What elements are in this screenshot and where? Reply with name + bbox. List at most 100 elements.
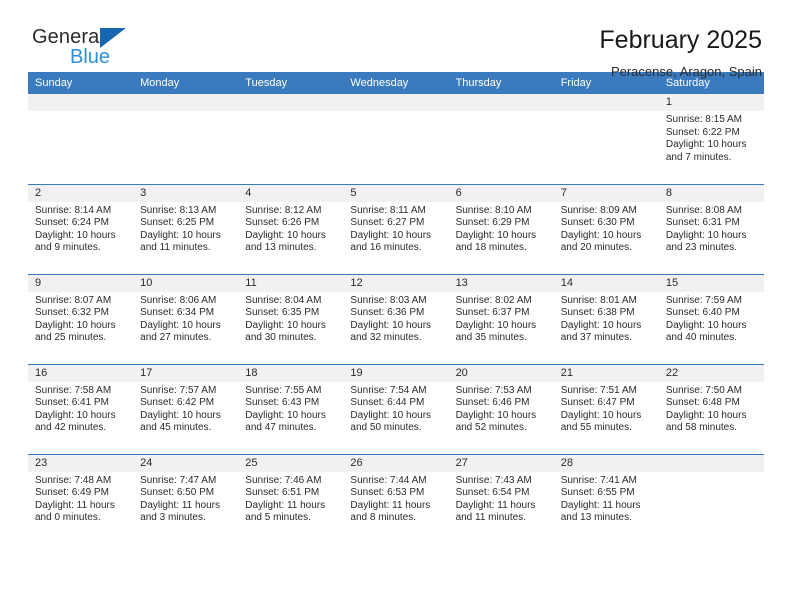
day-details: Sunrise: 7:53 AM Sunset: 6:46 PM Daylight:… [449,382,554,435]
calendar-day-cell[interactable]: 22 Sunrise: 7:50 AM Sunset: 6:48 PM Dayligh… [658,363,764,454]
daylight-text: Daylight: 10 hours and 13 minutes. [245,229,326,254]
day-number: 23 [28,454,134,472]
day-number: 1 [658,94,764,111]
sunset-text: Sunset: 6:40 PM [665,307,740,319]
sunrise-text: Sunrise: 7:43 AM [455,474,532,486]
calendar-day-cell[interactable]: 13 Sunrise: 8:02 AM Sunset: 6:37 PM Dayligh… [448,273,554,364]
day-number: 14 [553,274,659,292]
generalblue-logo[interactable]: General Blue [28,26,162,68]
sunset-text: Sunset: 6:31 PM [665,217,740,229]
day-number: 8 [658,184,764,202]
sunset-text: Sunset: 6:50 PM [140,487,215,499]
sunrise-text: Sunrise: 7:58 AM [35,384,112,396]
daylight-text: Daylight: 10 hours and 35 minutes. [455,319,537,344]
day-details: Sunrise: 8:04 AM Sunset: 6:35 PM Daylight:… [238,292,343,345]
sunset-text: Sunset: 6:36 PM [350,307,425,319]
sunset-text: Sunset: 6:53 PM [350,487,425,499]
calendar-day-cell[interactable]: 8 Sunrise: 8:08 AM Sunset: 6:31 PM Daylight… [658,183,764,274]
calendar-day-cell[interactable]: 18 Sunrise: 7:55 AM Sunset: 6:43 PM Dayligh… [238,363,344,454]
daylight-text: Daylight: 11 hours and 0 minutes. [35,499,115,524]
sunset-text: Sunset: 6:32 PM [35,307,109,319]
calendar-week-row: 1 Sunrise: 8:15 AM Sunset: 6:22 PM Daylight… [28,94,764,184]
day-number: 11 [238,274,344,292]
sunset-text: Sunset: 6:26 PM [245,217,320,229]
day-details: Sunrise: 7:48 AM Sunset: 6:49 PM Daylight:… [28,472,133,525]
daylight-text: Daylight: 10 hours and 18 minutes. [455,229,537,254]
calendar-day-cell[interactable]: 19 Sunrise: 7:54 AM Sunset: 6:44 PM Dayligh… [343,363,449,454]
daylight-text: Daylight: 10 hours and 23 minutes. [665,229,747,254]
day-number: 25 [238,454,344,472]
calendar-day-cell[interactable]: 10 Sunrise: 8:06 AM Sunset: 6:34 PM Dayligh… [133,273,239,364]
day-number: 3 [133,184,239,202]
day-details: Sunrise: 7:54 AM Sunset: 6:44 PM Daylight:… [343,382,448,435]
sunrise-text: Sunrise: 8:02 AM [455,294,532,306]
day-number: 5 [343,184,449,202]
daylight-text: Daylight: 10 hours and 37 minutes. [560,319,642,344]
daylight-text: Daylight: 10 hours and 45 minutes. [140,409,221,434]
calendar-day-cell[interactable]: 15 Sunrise: 7:59 AM Sunset: 6:40 PM Dayligh… [658,273,764,364]
calendar-day-cell[interactable]: 6 Sunrise: 8:10 AM Sunset: 6:29 PM Daylight… [448,183,554,274]
calendar-day-cell[interactable]: 16 Sunrise: 7:58 AM Sunset: 6:41 PM Dayligh… [28,363,134,454]
calendar-day-cell[interactable]: 7 Sunrise: 8:09 AM Sunset: 6:30 PM Daylight… [553,183,659,274]
calendar-day-cell[interactable]: 2 Sunrise: 8:14 AM Sunset: 6:24 PM Daylight… [28,183,134,274]
sunrise-text: Sunrise: 8:12 AM [245,204,322,216]
sunset-text: Sunset: 6:44 PM [350,397,425,409]
calendar-day-cell-empty [658,453,764,544]
calendar-day-cell[interactable]: 17 Sunrise: 7:57 AM Sunset: 6:42 PM Dayligh… [133,363,239,454]
day-details: Sunrise: 8:01 AM Sunset: 6:38 PM Daylight:… [554,292,659,345]
calendar-day-cell[interactable]: 9 Sunrise: 8:07 AM Sunset: 6:32 PM Daylight… [28,273,134,364]
day-details: Sunrise: 7:51 AM Sunset: 6:47 PM Daylight:… [554,382,659,435]
sunset-text: Sunset: 6:46 PM [455,397,530,409]
calendar-day-cell[interactable]: 1 Sunrise: 8:15 AM Sunset: 6:22 PM Daylight… [658,94,764,184]
day-details: Sunrise: 8:10 AM Sunset: 6:29 PM Daylight:… [449,202,554,255]
sunrise-text: Sunrise: 7:50 AM [665,384,742,396]
calendar-body: 1 Sunrise: 8:15 AM Sunset: 6:22 PM Daylight… [28,94,764,544]
title-block: February 2025 Peracense, Aragon, Spain [599,26,764,81]
calendar-day-cell[interactable]: 28 Sunrise: 7:41 AM Sunset: 6:55 PM Dayligh… [553,453,659,544]
calendar-day-cell[interactable]: 27 Sunrise: 7:43 AM Sunset: 6:54 PM Dayligh… [448,453,554,544]
calendar-day-cell[interactable]: 23 Sunrise: 7:48 AM Sunset: 6:49 PM Dayligh… [28,453,134,544]
calendar-day-cell[interactable]: 5 Sunrise: 8:11 AM Sunset: 6:27 PM Daylight… [343,183,449,274]
sunrise-text: Sunrise: 8:15 AM [665,114,742,125]
day-number [28,94,134,111]
sunset-text: Sunset: 6:27 PM [350,217,425,229]
day-details: Sunrise: 8:12 AM Sunset: 6:26 PM Daylight:… [238,202,343,255]
sunset-text: Sunset: 6:22 PM [665,126,740,138]
calendar-day-cell[interactable]: 14 Sunrise: 8:01 AM Sunset: 6:38 PM Dayligh… [553,273,659,364]
daylight-text: Daylight: 11 hours and 3 minutes. [140,499,220,524]
daylight-text: Daylight: 11 hours and 8 minutes. [350,499,431,524]
calendar-day-cell-empty [343,94,449,184]
calendar-day-cell[interactable]: 25 Sunrise: 7:46 AM Sunset: 6:51 PM Dayligh… [238,453,344,544]
calendar-day-cell[interactable]: 12 Sunrise: 8:03 AM Sunset: 6:36 PM Dayligh… [343,273,449,364]
sunset-text: Sunset: 6:51 PM [245,487,320,499]
day-number: 20 [448,364,554,382]
sunrise-text: Sunrise: 8:06 AM [140,294,217,306]
calendar-day-cell-empty [238,94,344,184]
daylight-text: Daylight: 11 hours and 13 minutes. [560,499,641,524]
weekday-header-thursday: Thursday [448,72,554,94]
daylight-text: Daylight: 10 hours and 47 minutes. [245,409,326,434]
sunset-text: Sunset: 6:38 PM [560,307,635,319]
calendar-day-cell[interactable]: 26 Sunrise: 7:44 AM Sunset: 6:53 PM Dayligh… [343,453,449,544]
day-number: 15 [658,274,764,292]
daylight-text: Daylight: 10 hours and 40 minutes. [665,319,747,344]
calendar-day-cell[interactable]: 3 Sunrise: 8:13 AM Sunset: 6:25 PM Daylight… [133,183,239,274]
calendar-day-cell[interactable]: 4 Sunrise: 8:12 AM Sunset: 6:26 PM Daylight… [238,183,344,274]
sunrise-text: Sunrise: 8:10 AM [455,204,532,216]
sunset-text: Sunset: 6:43 PM [245,397,320,409]
daylight-text: Daylight: 10 hours and 42 minutes. [35,409,116,434]
day-details: Sunrise: 8:07 AM Sunset: 6:32 PM Daylight:… [28,292,133,345]
day-number: 9 [28,274,134,292]
daylight-text: Daylight: 11 hours and 5 minutes. [245,499,326,524]
sunrise-text: Sunrise: 7:55 AM [245,384,322,396]
day-details: Sunrise: 7:55 AM Sunset: 6:43 PM Daylight:… [238,382,343,435]
day-number [343,94,449,111]
calendar-day-cell[interactable]: 24 Sunrise: 7:47 AM Sunset: 6:50 PM Dayligh… [133,453,239,544]
day-number: 24 [133,454,239,472]
day-details: Sunrise: 7:46 AM Sunset: 6:51 PM Daylight:… [238,472,343,525]
calendar-day-cell[interactable]: 11 Sunrise: 8:04 AM Sunset: 6:35 PM Dayligh… [238,273,344,364]
day-details: Sunrise: 8:14 AM Sunset: 6:24 PM Daylight:… [28,202,133,255]
sunrise-text: Sunrise: 7:51 AM [560,384,637,396]
calendar-day-cell[interactable]: 20 Sunrise: 7:53 AM Sunset: 6:46 PM Dayligh… [448,363,554,454]
calendar-day-cell[interactable]: 21 Sunrise: 7:51 AM Sunset: 6:47 PM Dayligh… [553,363,659,454]
